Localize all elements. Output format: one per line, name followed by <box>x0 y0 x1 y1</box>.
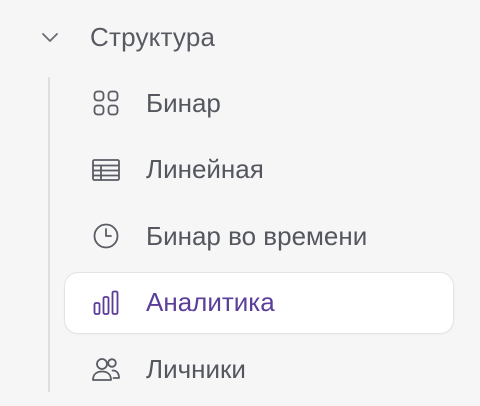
structure-section: Структура Бинар Линейная Бинар во времен… <box>0 0 480 406</box>
nav-list: Бинар Линейная Бинар во времени Аналитик… <box>64 72 454 405</box>
tree-line <box>48 77 50 392</box>
nav-item-binar-vo-vremeni[interactable]: Бинар во времени <box>64 205 454 267</box>
grid-icon <box>90 87 122 119</box>
clock-icon <box>90 220 122 252</box>
table-icon <box>90 154 122 186</box>
nav-item-label: Линейная <box>146 154 264 184</box>
section-header-structure[interactable]: Структура <box>28 10 215 64</box>
chevron-down-icon[interactable] <box>28 15 72 59</box>
nav-item-label: Бинар во времени <box>146 220 368 251</box>
nav-item-label: Личники <box>146 353 246 384</box>
nav-item-lichniki[interactable]: Личники <box>64 338 454 400</box>
nav-item-analitika[interactable]: Аналитика <box>64 271 454 334</box>
users-icon <box>90 353 122 385</box>
nav-item-binar[interactable]: Бинар <box>64 72 454 134</box>
nav-item-label: Бинар <box>146 87 221 118</box>
bar-chart-icon <box>90 287 122 319</box>
nav-item-lineinaya[interactable]: Линейная <box>64 139 454 201</box>
section-title: Структура <box>90 21 216 52</box>
nav-item-label: Аналитика <box>146 287 275 317</box>
